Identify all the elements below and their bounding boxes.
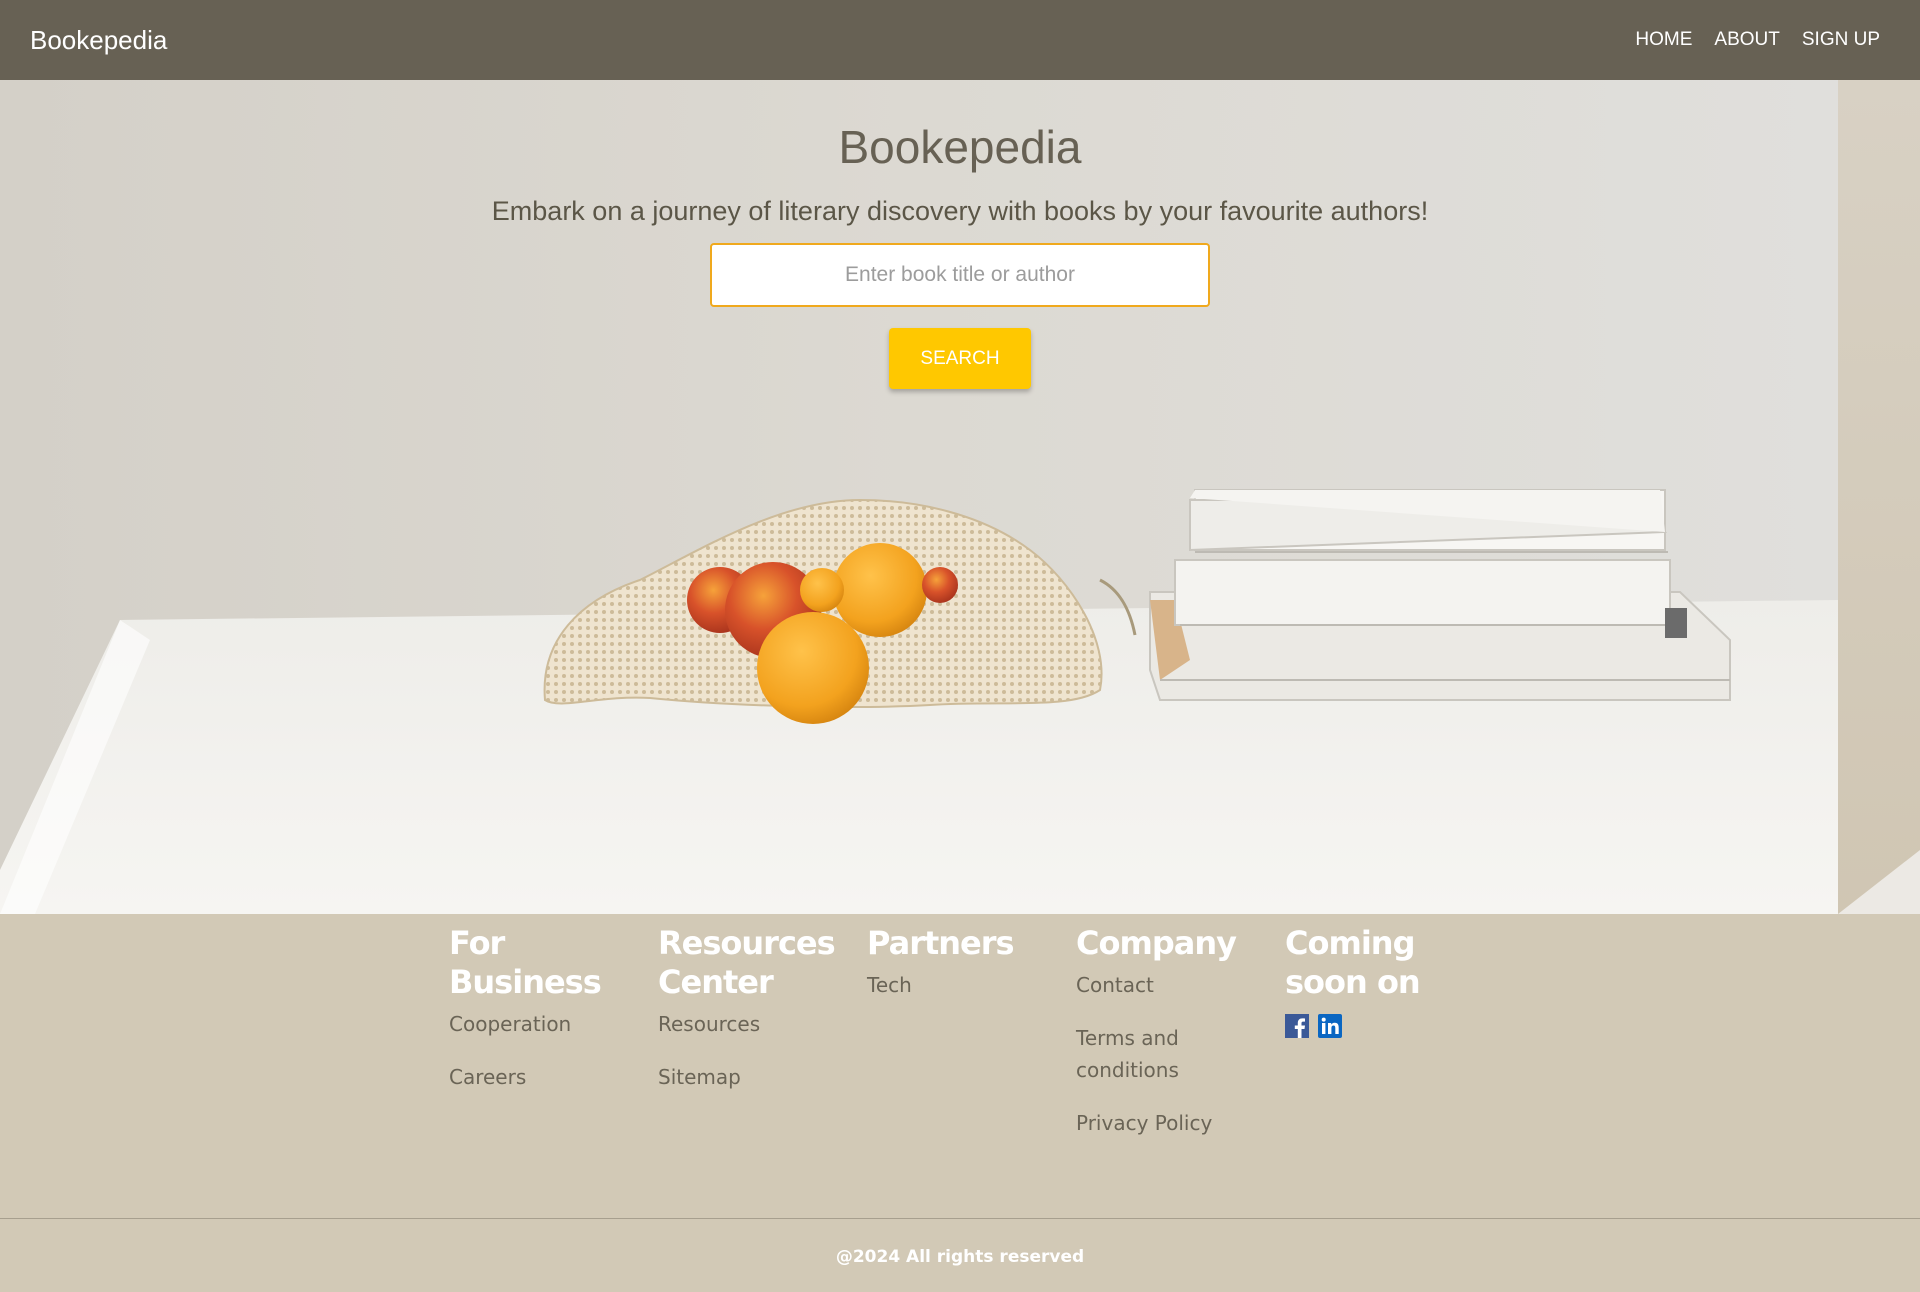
footer-col-resources: Resources Center Resources Sitemap <box>658 924 867 1160</box>
footer-link-sitemap[interactable]: Sitemap <box>658 1061 828 1093</box>
brand-logo-link[interactable]: Bookepedia <box>30 25 167 56</box>
footer-col-company: Company Contact Terms and conditions Pri… <box>1076 924 1285 1160</box>
nav-signup-link[interactable]: SIGN UP <box>1802 29 1880 51</box>
nav-home-link[interactable]: HOME <box>1635 29 1692 51</box>
social-icons <box>1285 1014 1494 1038</box>
footer-divider <box>0 1218 1920 1219</box>
footer-col-partners: Partners Tech <box>867 924 1076 1160</box>
navbar: Bookepedia HOME ABOUT SIGN UP <box>0 0 1920 80</box>
footer-heading: Company <box>1076 924 1237 962</box>
footer-link-careers[interactable]: Careers <box>449 1061 619 1093</box>
footer-link-cooperation[interactable]: Cooperation <box>449 1008 619 1040</box>
book-search-input[interactable] <box>710 243 1210 307</box>
footer-heading: Resources Center <box>658 924 836 1001</box>
footer-col-business: For Business Cooperation Careers <box>449 924 658 1160</box>
hero-title: Bookepedia <box>838 121 1082 173</box>
hero-subtitle: Embark on a journey of literary discover… <box>491 196 1429 226</box>
nav-links: HOME ABOUT SIGN UP <box>1635 29 1880 51</box>
facebook-icon[interactable] <box>1285 1014 1309 1038</box>
search-button[interactable]: SEARCH <box>889 328 1031 389</box>
footer: For Business Cooperation Careers Resourc… <box>0 914 1920 1292</box>
footer-columns: For Business Cooperation Careers Resourc… <box>449 924 1494 1160</box>
footer-link-tech[interactable]: Tech <box>867 969 1037 1001</box>
footer-heading: For Business <box>449 924 602 1001</box>
nav-about-link[interactable]: ABOUT <box>1714 29 1779 51</box>
footer-heading: Partners <box>867 924 1015 962</box>
copyright-text: @2024 All rights reserved <box>835 1247 1085 1267</box>
footer-col-social: Coming soon on <box>1285 924 1494 1160</box>
hero-section: Bookepedia Embark on a journey of litera… <box>0 80 1920 914</box>
linkedin-icon[interactable] <box>1318 1014 1342 1038</box>
footer-link-resources[interactable]: Resources <box>658 1008 828 1040</box>
footer-heading: Coming soon on <box>1285 924 1421 1001</box>
footer-link-terms[interactable]: Terms and conditions <box>1076 1022 1246 1086</box>
footer-link-privacy[interactable]: Privacy Policy <box>1076 1107 1246 1139</box>
footer-link-contact[interactable]: Contact <box>1076 969 1246 1001</box>
